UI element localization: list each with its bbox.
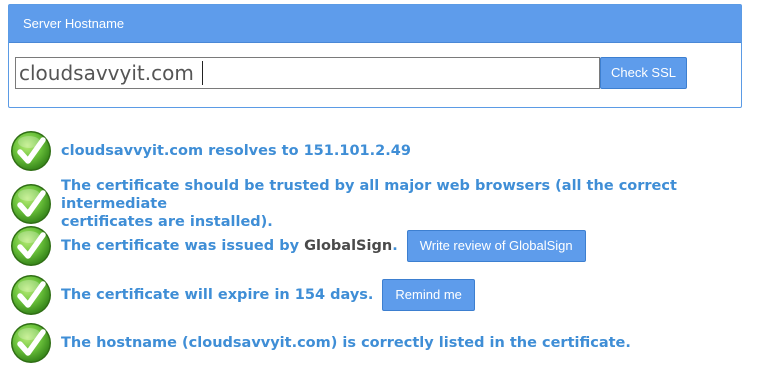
check-circle-icon — [10, 183, 52, 225]
hostname-listed-text: The hostname (cloudsavvyit.com) is corre… — [61, 335, 631, 351]
result-issuer: The certificate was issued by GlobalSign… — [10, 225, 586, 267]
expiry-text: The certificate will expire in 154 days. — [61, 287, 374, 303]
check-circle-icon — [10, 322, 52, 364]
remind-me-button[interactable]: Remind me — [382, 279, 475, 311]
panel-header: Server Hostname — [9, 5, 741, 43]
check-circle-icon — [10, 274, 52, 316]
result-expiry: The certificate will expire in 154 days.… — [10, 274, 475, 316]
hostname-input[interactable] — [15, 57, 600, 89]
result-resolves: cloudsavvyit.com resolves to 151.101.2.4… — [10, 130, 411, 172]
check-circle-icon — [10, 225, 52, 267]
issued-prefix: The certificate was issued by — [61, 238, 300, 254]
trust-text-line1: The certificate should be trusted by all… — [61, 178, 677, 212]
check-ssl-button[interactable]: Check SSL — [600, 57, 687, 89]
check-circle-icon — [10, 130, 52, 172]
ssl-checker-panel: Server Hostname — [8, 4, 742, 108]
result-hostname-listed: The hostname (cloudsavvyit.com) is corre… — [10, 322, 631, 364]
issued-suffix: . — [392, 238, 398, 254]
trust-text: The certificate should be trusted by all… — [61, 177, 758, 231]
text-caret — [202, 61, 203, 85]
issuer-text: The certificate was issued by GlobalSign… — [61, 237, 398, 255]
resolve-text: cloudsavvyit.com resolves to 151.101.2.4… — [61, 143, 411, 159]
result-trusted: The certificate should be trusted by all… — [10, 177, 758, 231]
write-review-button[interactable]: Write review of GlobalSign — [406, 230, 586, 262]
issuer-name: GlobalSign — [304, 238, 393, 254]
